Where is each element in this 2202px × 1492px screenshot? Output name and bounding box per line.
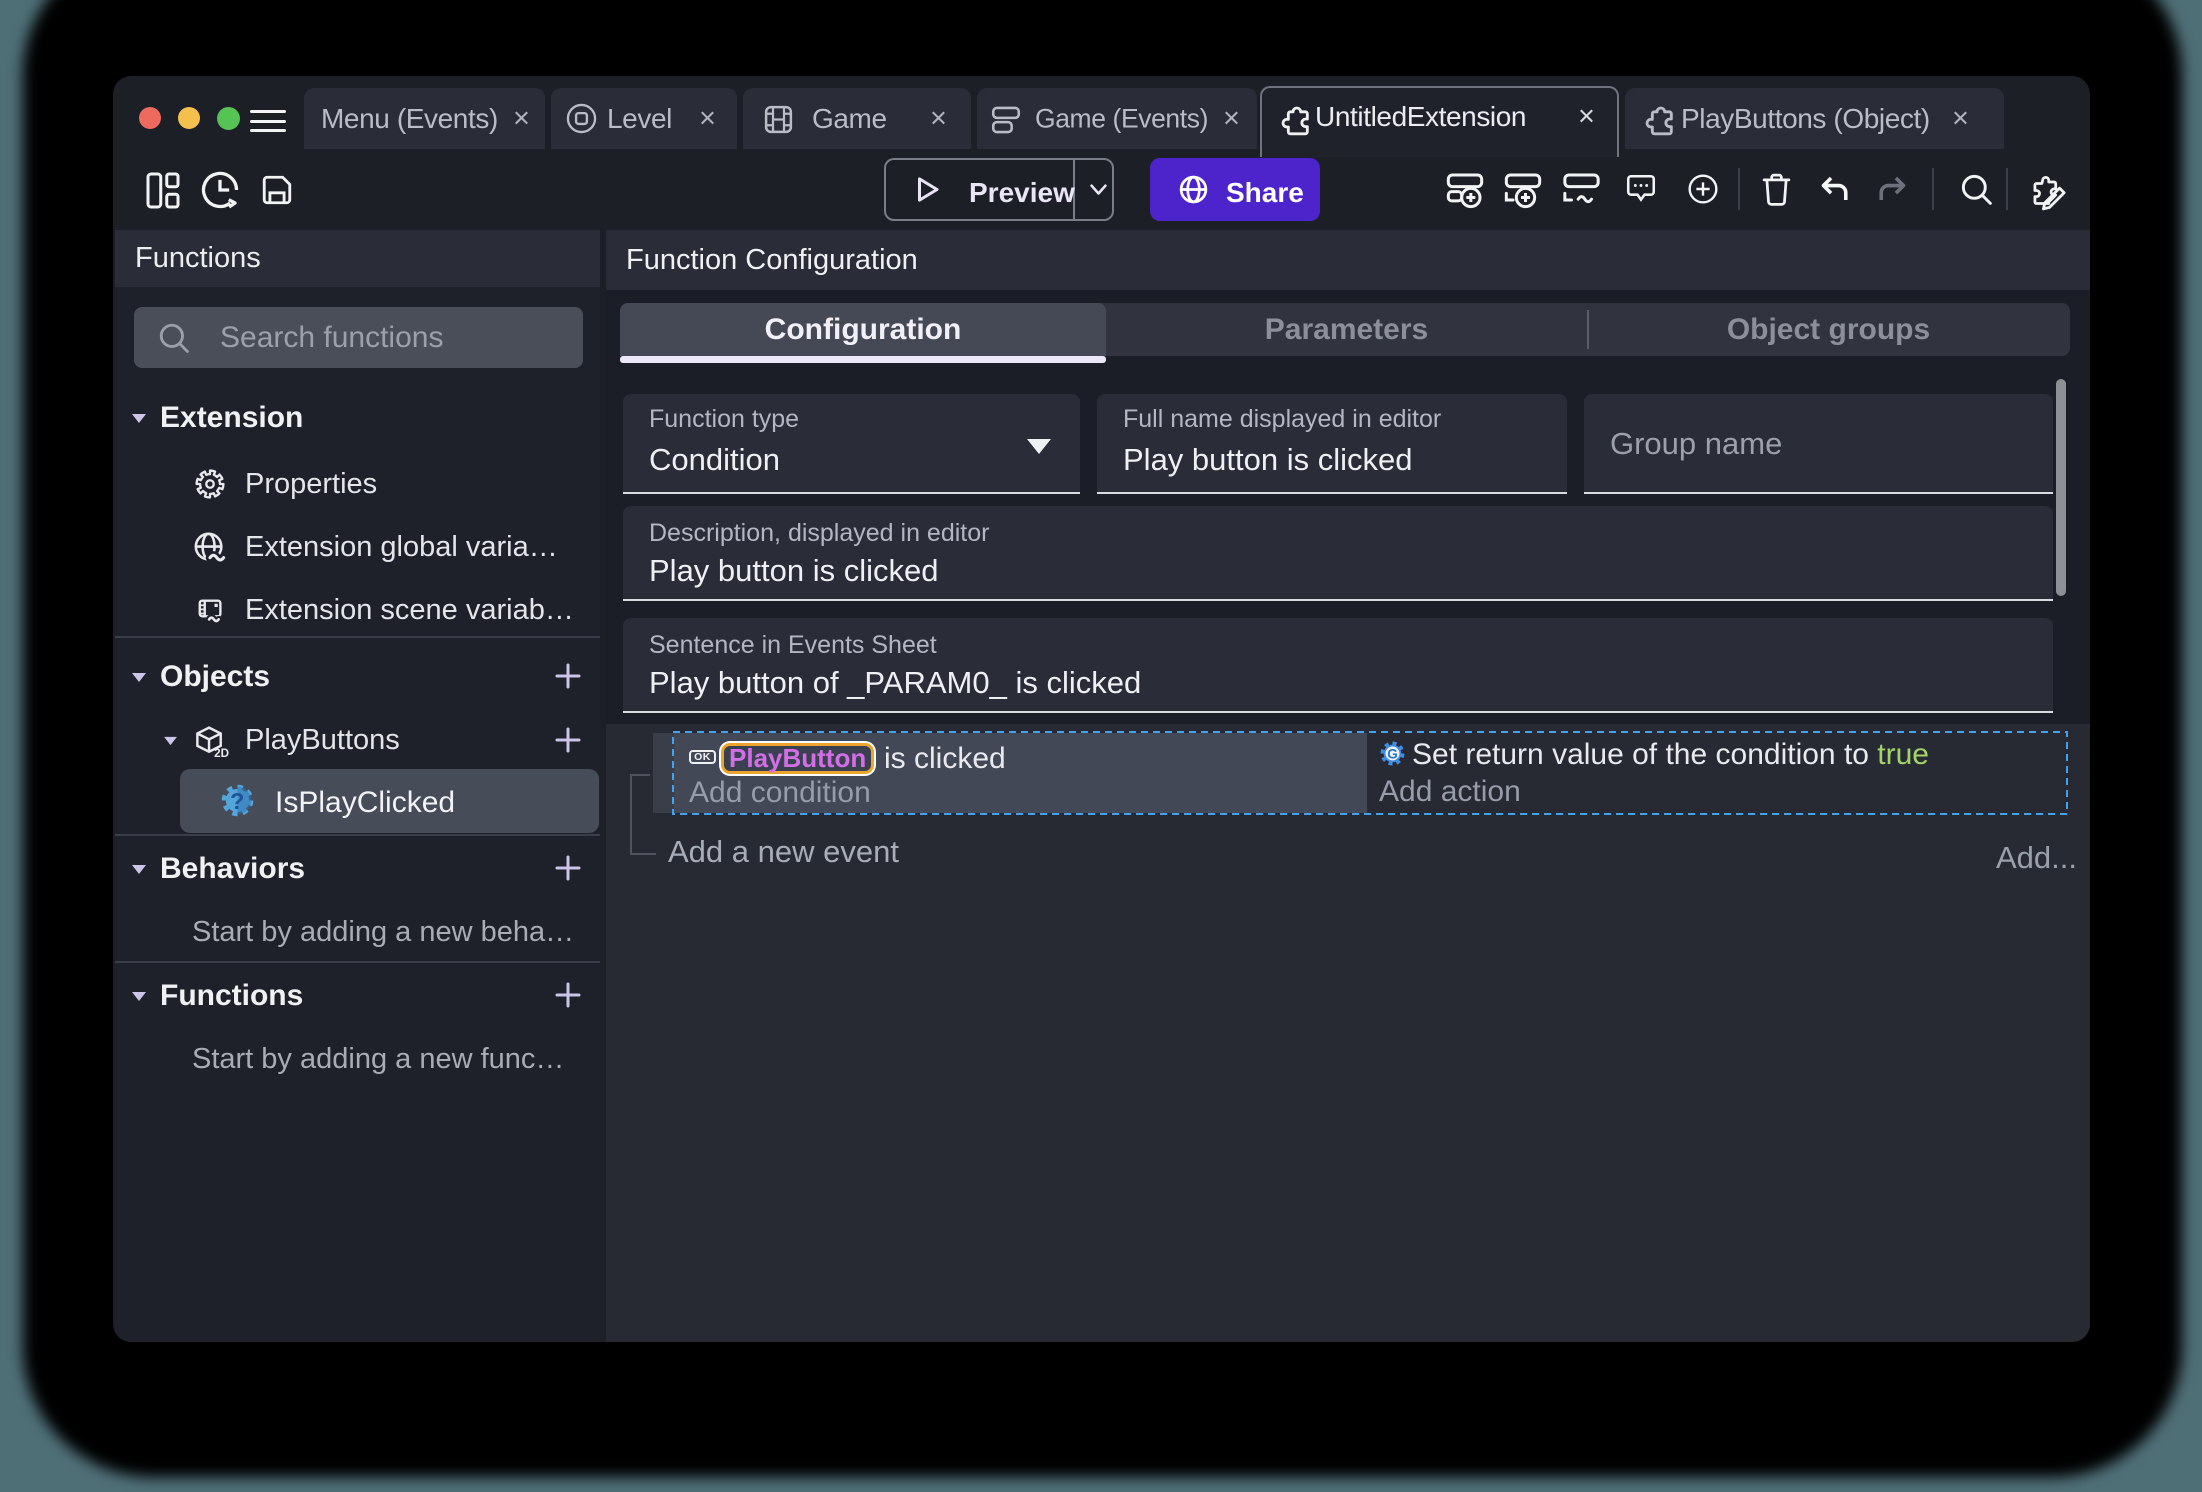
svg-text:?: ? [230,788,244,814]
svg-text:2D: 2D [214,747,229,760]
svg-text:G: G [1387,746,1398,761]
